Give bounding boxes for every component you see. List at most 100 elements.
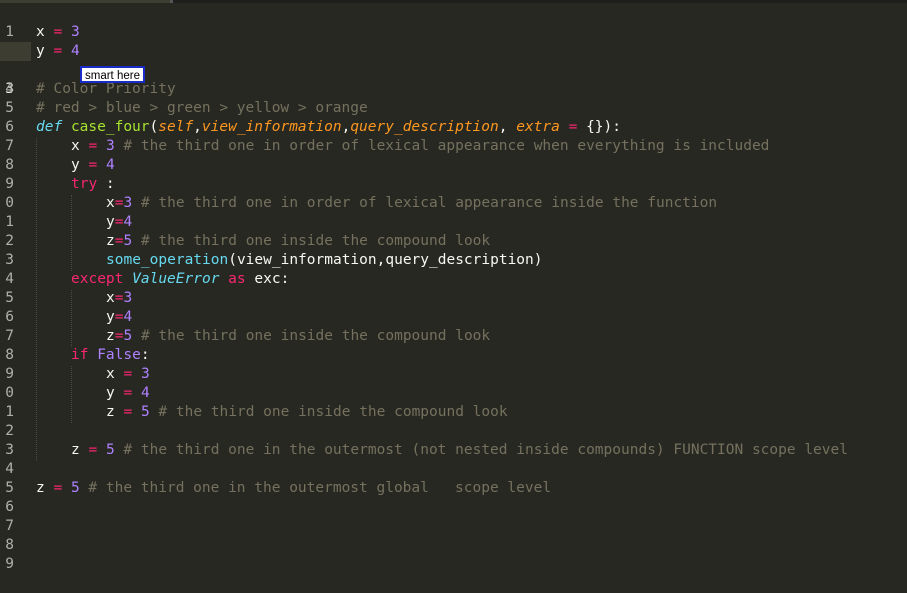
number-literal: 4 [105,157,115,173]
variable-z: z [106,233,115,249]
code-line[interactable]: 9 y = 4 [0,156,907,192]
variable-y: y [106,214,115,230]
number-literal: 4 [123,309,133,325]
code-line[interactable]: 2 x = 3 [0,23,907,59]
colon: : [97,176,115,192]
code-line[interactable]: 6 # red > blue > green > yellow > orange [0,99,907,135]
number-literal: 5 [140,404,150,420]
code-line[interactable]: 9 [0,536,907,572]
code-line[interactable]: 3 z=5 # the third one inside the compoun… [0,232,907,268]
as-keyword: as [228,271,246,287]
code-line[interactable]: 8 z=5 # the third one inside the compoun… [0,327,907,363]
param-view-information: view_information [201,119,342,135]
assign-operator: = [123,385,133,401]
code-line[interactable]: 4 z = 5 # the third one in the outermost… [0,441,907,477]
comment: # the third one in order of lexical appe… [140,195,718,211]
number-literal: 3 [70,24,80,40]
code-editor[interactable]: 1 2 x = 3 3 y = 4 4 5 # Color Priority 6… [0,0,907,572]
comment: # the third one inside the compound look [158,404,508,420]
number-literal: 3 [123,195,133,211]
variable-y: y [36,43,45,59]
code-line[interactable]: 4 some_operation(view_information,query_… [0,251,907,287]
code-line[interactable]: 9 if False: [0,346,907,382]
number-literal: 4 [140,385,150,401]
variable-z: z [106,404,115,420]
comment: # the third one inside the compound look [140,233,491,249]
comma: , [498,119,517,135]
code-line[interactable]: 6 x=3 [0,289,907,325]
number-literal: 5 [123,328,133,344]
code-line[interactable]: 6 z = 5 # the third one in the outermost… [0,479,907,515]
def-keyword: def [36,119,63,135]
try-keyword: try [71,176,98,192]
number-literal: 4 [123,214,133,230]
variable-y: y [71,157,80,173]
colon: : [140,347,150,363]
if-keyword: if [71,347,89,363]
comment: # the third one in the outermost global … [88,480,552,496]
number-literal: 3 [123,290,133,306]
number-literal: 4 [70,43,80,59]
signature-tail: {}): [586,119,621,135]
number-literal: 3 [105,138,115,154]
comment: # the third one in order of lexical appe… [123,138,770,154]
code-line[interactable]: 5 except ValueError as exc: [0,270,907,306]
code-line[interactable]: 7 y=4 [0,308,907,344]
assign-operator: = [559,119,587,135]
comment: # the third one inside the compound look [140,328,491,344]
call-arguments: (view_information,query_description) [228,252,543,268]
code-line[interactable]: 8 [0,517,907,553]
code-line[interactable]: 2 y=4 [0,213,907,249]
exception-class: ValueError [132,271,220,287]
except-keyword: except [71,271,124,287]
assign-operator: = [53,43,63,59]
param-self: self [158,119,194,135]
paren-open: ( [149,119,159,135]
comment: # red > blue > green > yellow > orange [36,100,368,116]
variable-z: z [71,442,80,458]
param-query-description: query_description [350,119,499,135]
assign-operator: = [88,442,98,458]
assign-operator: = [123,404,133,420]
tooltip: smart here [80,66,145,83]
code-line[interactable]: 1 [0,4,907,40]
number-literal: 5 [70,480,80,496]
code-line[interactable]: 1 y = 4 [0,384,907,420]
line-number: 9 [5,556,14,572]
boolean-literal: False [97,347,141,363]
code-line[interactable]: 8 x = 3 # the third one in order of lexi… [0,137,907,173]
variable-z: z [106,328,115,344]
variable-y: y [106,309,115,325]
code-line[interactable]: 2 z = 5 # the third one inside the compo… [0,403,907,439]
variable-x: x [106,290,115,306]
assign-operator: = [53,480,63,496]
variable-y: y [106,385,115,401]
variable-x: x [36,24,45,40]
variable-z: z [36,480,45,496]
variable-x: x [106,366,115,382]
code-line[interactable]: 1 x=3 # the third one in order of lexica… [0,194,907,230]
number-literal: 5 [123,233,133,249]
number-literal: 3 [140,366,150,382]
code-line[interactable]: 0 x = 3 [0,365,907,401]
exception-name: exc: [254,271,290,287]
code-line[interactable]: 7 def case_four(self,view_information,qu… [0,118,907,154]
variable-x: x [71,138,80,154]
variable-x: x [106,195,115,211]
code-line[interactable]: 0 try : [0,175,907,211]
comma: , [193,119,202,135]
code-line[interactable]: 7 [0,498,907,534]
assign-operator: = [123,366,133,382]
code-line[interactable]: 3 [0,422,907,458]
code-line[interactable]: 5 [0,460,907,496]
assign-operator: = [88,138,98,154]
comment: # the third one in the outermost (not ne… [123,442,848,458]
assign-operator: = [88,157,98,173]
active-line-gutter-highlight [0,42,31,61]
assign-operator: = [53,24,63,40]
number-literal: 5 [105,442,115,458]
function-call: some_operation [106,252,229,268]
function-name: case_four [70,119,150,135]
param-extra: extra [516,119,560,135]
code-line-active[interactable]: 3 y = 4 [0,42,907,97]
